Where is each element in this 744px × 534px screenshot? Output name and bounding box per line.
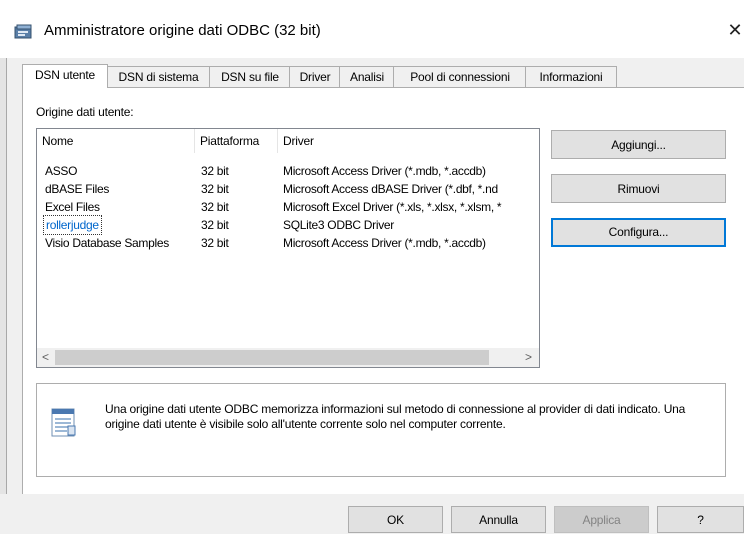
row-name: Visio Database Samples	[45, 236, 169, 250]
scroll-right-icon[interactable]: >	[520, 348, 537, 367]
close-icon[interactable]: ✕	[724, 18, 744, 42]
dialog-footer: OK Annulla Applica ?	[0, 494, 744, 533]
tab-analisi[interactable]: Analisi	[339, 66, 395, 87]
window-edge	[0, 58, 7, 533]
list-item[interactable]: Excel Files 32 bit Microsoft Excel Drive…	[37, 198, 539, 216]
column-header-driver[interactable]: Driver	[278, 129, 539, 153]
list-item[interactable]: Visio Database Samples 32 bit Microsoft …	[37, 234, 539, 252]
list-item-selected[interactable]: rollerjudge 32 bit SQLite3 ODBC Driver	[37, 215, 539, 235]
dsn-list[interactable]: Nome Piattaforma Driver ASSO 32 bit Micr…	[36, 128, 540, 368]
row-platform: 32 bit	[201, 200, 229, 214]
configure-button[interactable]: Configura...	[551, 218, 726, 247]
info-description: Una origine dati utente ODBC memorizza i…	[105, 402, 686, 431]
row-name: ASSO	[45, 164, 78, 178]
section-label: Origine dati utente:	[36, 105, 134, 119]
row-platform: 32 bit	[201, 218, 229, 232]
ok-button[interactable]: OK	[348, 506, 443, 533]
tab-driver[interactable]: Driver	[289, 66, 341, 87]
odbc-app-icon	[14, 24, 32, 39]
row-driver: Microsoft Excel Driver (*.xls, *.xlsx, *…	[283, 200, 502, 214]
row-driver: Microsoft Access dBASE Driver (*.dbf, *.…	[283, 182, 498, 196]
database-info-icon	[51, 408, 76, 437]
tab-pool-di-connessioni[interactable]: Pool di connessioni	[393, 66, 527, 87]
row-platform: 32 bit	[201, 164, 229, 178]
apply-button[interactable]: Applica	[554, 506, 649, 533]
cancel-button[interactable]: Annulla	[451, 506, 546, 533]
tab-dsn-di-sistema[interactable]: DSN di sistema	[106, 66, 211, 87]
row-platform: 32 bit	[201, 182, 229, 196]
title-bar: Amministratore origine dati ODBC (32 bit…	[0, 0, 744, 58]
list-item[interactable]: ASSO 32 bit Microsoft Access Driver (*.m…	[37, 162, 539, 180]
column-header-nome[interactable]: Nome	[37, 129, 195, 153]
tab-dsn-su-file[interactable]: DSN su file	[209, 66, 291, 87]
column-header-piattaforma[interactable]: Piattaforma	[195, 129, 278, 153]
row-name: dBASE Files	[45, 182, 110, 196]
tab-informazioni[interactable]: Informazioni	[525, 66, 617, 87]
tab-dsn-utente[interactable]: DSN utente	[22, 64, 108, 88]
row-driver: Microsoft Access Driver (*.mdb, *.accdb)	[283, 236, 486, 250]
add-button[interactable]: Aggiungi...	[551, 130, 726, 159]
row-driver: SQLite3 ODBC Driver	[283, 218, 394, 232]
list-item[interactable]: dBASE Files 32 bit Microsoft Access dBAS…	[37, 180, 539, 198]
row-platform: 32 bit	[201, 236, 229, 250]
scroll-left-icon[interactable]: <	[37, 348, 54, 367]
row-name: rollerjudge	[43, 215, 102, 235]
row-driver: Microsoft Access Driver (*.mdb, *.accdb)	[283, 164, 486, 178]
scroll-thumb[interactable]	[55, 350, 489, 365]
row-name: Excel Files	[45, 200, 100, 214]
window-title: Amministratore origine dati ODBC (32 bit…	[44, 22, 321, 39]
remove-button[interactable]: Rimuovi	[551, 174, 726, 203]
info-box: Una origine dati utente ODBC memorizza i…	[36, 383, 726, 477]
horizontal-scrollbar[interactable]: < >	[37, 347, 539, 367]
list-header: Nome Piattaforma Driver	[37, 129, 539, 153]
help-button[interactable]: ?	[657, 506, 744, 533]
